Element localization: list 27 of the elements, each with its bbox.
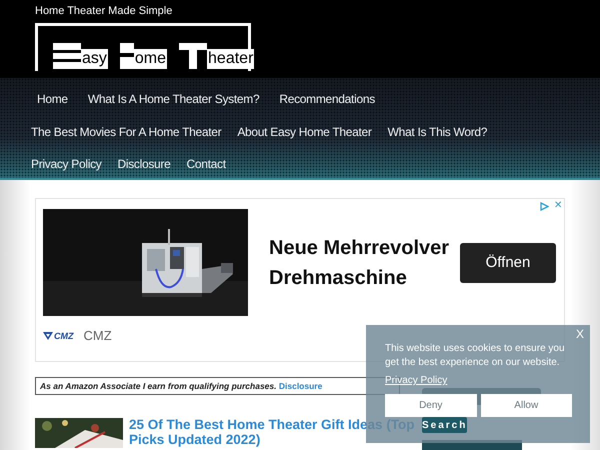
open-button[interactable]: Öffnen [460, 242, 556, 282]
search-button[interactable]: Search [422, 417, 467, 433]
logo-word: heater [207, 49, 254, 69]
nav-link[interactable]: What Is A Home Theater System? [88, 92, 260, 106]
nav-link[interactable]: Recommendations [279, 92, 375, 106]
advertiser-name: CMZ [84, 328, 112, 343]
allow-button[interactable]: Allow [480, 394, 572, 417]
nav-link[interactable]: Home [37, 92, 68, 106]
site-tagline: Home Theater Made Simple [35, 4, 174, 18]
logo-word: ome [134, 49, 168, 69]
advertiser-logo: CMZ [43, 330, 74, 340]
nav-link[interactable]: What Is This Word? [388, 124, 488, 139]
play-icon[interactable] [540, 202, 549, 211]
logo-block-icon [120, 43, 134, 69]
logo-block-icon [179, 43, 208, 69]
site-logo[interactable]: asy ome heater [35, 23, 251, 71]
logo-word: asy [81, 49, 108, 69]
nav-link[interactable]: About Easy Home Theater [237, 124, 372, 139]
nav-link[interactable]: Contact [186, 157, 226, 172]
cookie-message: This website uses cookies to ensure you get the best experience on our website. [385, 342, 566, 370]
nav-link[interactable]: Privacy Policy [31, 157, 102, 172]
nav-link[interactable]: The Best Movies For A Home Theater [31, 124, 222, 139]
nav-link[interactable]: Disclosure [117, 157, 171, 172]
disclosure-link[interactable]: Disclosure [278, 381, 322, 391]
logo-block-icon [53, 43, 81, 69]
ad-headline[interactable]: Neue Mehrrevolver Drehmaschine [269, 232, 454, 292]
deny-button[interactable]: Deny [385, 394, 476, 417]
